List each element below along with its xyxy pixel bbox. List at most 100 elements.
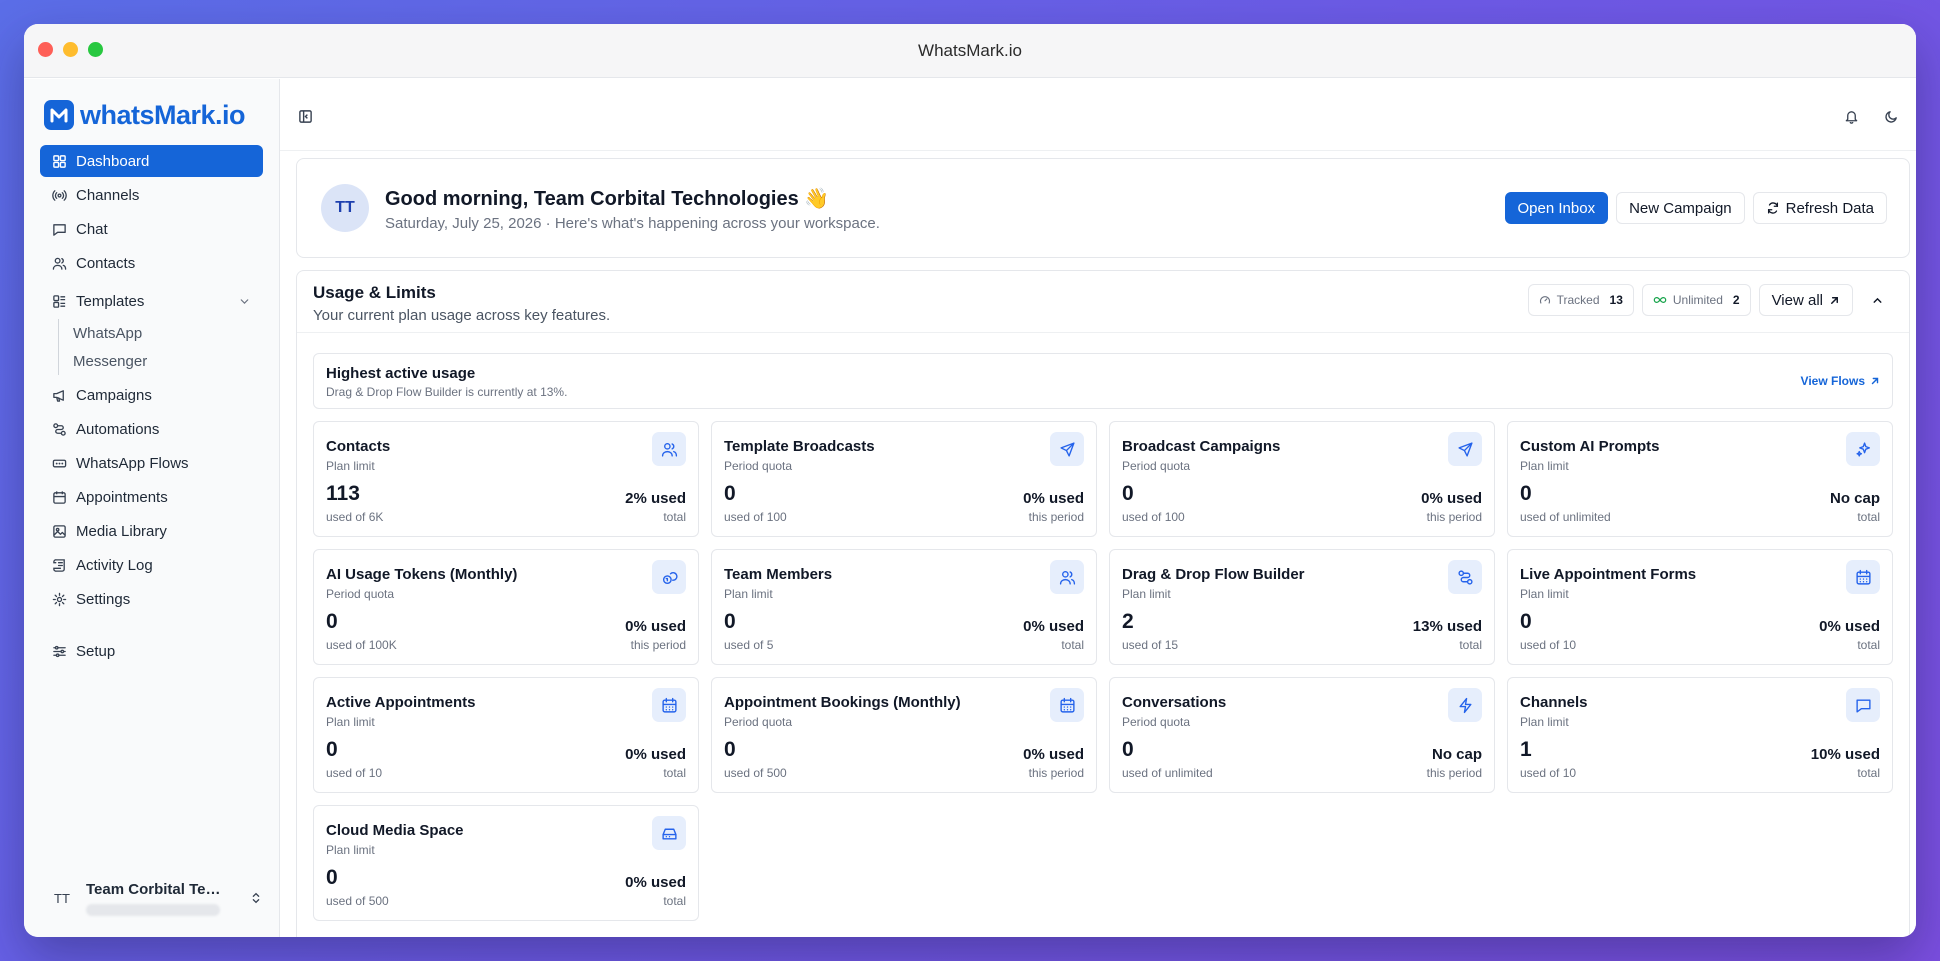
- calendar-icon: [1059, 697, 1075, 713]
- brand-logo[interactable]: whatsMark.io: [44, 97, 263, 133]
- card-title: Cloud Media Space: [326, 822, 464, 839]
- sidebar-item-setup[interactable]: Setup: [40, 635, 263, 667]
- app-window: WhatsMark.io whatsMark.io Dashboard Chan…: [24, 24, 1916, 937]
- link-label: View Flows: [1800, 374, 1865, 388]
- gear-icon: [52, 592, 67, 606]
- theme-toggle-button[interactable]: [1882, 107, 1900, 125]
- avatar: TT: [321, 184, 369, 232]
- tracked-count: 13: [1609, 293, 1623, 307]
- sidebar-item-media-library[interactable]: Media Library: [40, 515, 263, 547]
- message-icon: [53, 223, 66, 236]
- card-icon: [1846, 688, 1880, 722]
- sidebar-item-appointments[interactable]: Appointments: [40, 481, 263, 513]
- sidebar-item-templates[interactable]: Templates: [40, 285, 263, 317]
- card-limit: used of unlimited: [1122, 766, 1213, 780]
- card-period: total: [663, 894, 686, 908]
- sidebar-item-campaigns[interactable]: Campaigns: [40, 379, 263, 411]
- notifications-button[interactable]: [1842, 107, 1860, 125]
- card-limit-type: Plan limit: [1122, 587, 1171, 601]
- open-inbox-button[interactable]: Open Inbox: [1504, 192, 1609, 224]
- button-label: View all: [1771, 291, 1823, 309]
- card-value: 0: [724, 610, 736, 633]
- card-value: 0: [724, 738, 736, 761]
- card-limit-type: Plan limit: [1520, 715, 1569, 729]
- users-icon: [1059, 570, 1075, 585]
- card-period: total: [1857, 766, 1880, 780]
- users-icon: [661, 442, 677, 457]
- title-bar: WhatsMark.io: [24, 24, 1916, 78]
- card-icon: [1846, 432, 1880, 466]
- user-info: Team Corbital Tec...: [86, 881, 226, 916]
- users-icon: [52, 257, 67, 270]
- user-switcher[interactable]: TT Team Corbital Tec...: [40, 877, 263, 919]
- send-icon: [1457, 441, 1473, 457]
- new-campaign-button[interactable]: New Campaign: [1616, 192, 1745, 224]
- view-all-button[interactable]: View all: [1758, 284, 1853, 316]
- toggle-sidebar-button[interactable]: [296, 107, 314, 125]
- card-period: total: [663, 510, 686, 524]
- card-period: total: [1459, 638, 1482, 652]
- brand-name: whatsMark.io: [80, 99, 246, 130]
- sidebar-subitem-whatsapp[interactable]: WhatsApp: [73, 319, 263, 347]
- card-limit-type: Plan limit: [1520, 587, 1569, 601]
- minimize-window-button[interactable]: [63, 42, 78, 57]
- usage-cards-grid: Contacts Plan limit 113 used of 6K 2% used to…: [313, 421, 1893, 921]
- card-limit-type: Plan limit: [326, 843, 375, 857]
- card-icon: [1846, 560, 1880, 594]
- card-limit: used of 100: [1122, 510, 1185, 524]
- card-title: Live Appointment Forms: [1520, 566, 1697, 583]
- card-title: Team Members: [724, 566, 833, 583]
- close-window-button[interactable]: [38, 42, 53, 57]
- sidebar-item-whatsapp-flows[interactable]: WhatsApp Flows: [40, 447, 263, 479]
- collapse-button[interactable]: [1861, 284, 1893, 316]
- sidebar-item-activity-log[interactable]: Activity Log: [40, 549, 263, 581]
- card-percent-used: 2% used: [625, 490, 686, 507]
- sidebar-item-dashboard[interactable]: Dashboard: [40, 145, 263, 177]
- logo-icon: [44, 100, 74, 130]
- view-flows-link[interactable]: View Flows: [1801, 374, 1880, 388]
- top-bar: [280, 79, 1916, 151]
- sidebar-item-channels[interactable]: Channels: [40, 179, 263, 211]
- card-icon: [1050, 688, 1084, 722]
- sidebar-item-automations[interactable]: Automations: [40, 413, 263, 445]
- zap-icon: [1458, 697, 1472, 713]
- usage-limits-panel: Usage & Limits Your current plan usage a…: [296, 270, 1910, 937]
- greeting-title: Good morning, Team Corbital Technologies…: [385, 188, 830, 210]
- highest-usage-subtitle: Drag & Drop Flow Builder is currently at…: [326, 385, 568, 399]
- refresh-data-button[interactable]: Refresh Data: [1752, 192, 1887, 224]
- message-square-icon: [1855, 698, 1871, 713]
- card-period: this period: [1028, 766, 1084, 780]
- card-value: 1: [1520, 738, 1532, 761]
- sidebar-item-label: Dashboard: [76, 152, 150, 170]
- template-icon: [53, 294, 66, 308]
- card-period: this period: [1426, 510, 1482, 524]
- calendar-icon: [1855, 569, 1871, 585]
- sidebar-item-settings[interactable]: Settings: [40, 583, 263, 615]
- sidebar-item-chat[interactable]: Chat: [40, 213, 263, 245]
- unlimited-badge: Unlimited 2: [1641, 284, 1751, 316]
- sidebar-item-contacts[interactable]: Contacts: [40, 247, 263, 279]
- usage-card-template-broadcasts: Template Broadcasts Period quota 0 used of …: [711, 421, 1097, 537]
- greeting-card: TT Good morning, Team Corbital Technolog…: [296, 158, 1910, 258]
- card-limit: used of 500: [326, 894, 389, 908]
- maximize-window-button[interactable]: [88, 42, 103, 57]
- grid-icon: [53, 154, 66, 168]
- card-limit-type: Plan limit: [724, 587, 773, 601]
- card-percent-used: 0% used: [1023, 490, 1084, 507]
- sidebar-subitem-messenger[interactable]: Messenger: [73, 347, 263, 375]
- card-limit-type: Plan limit: [326, 715, 375, 729]
- card-limit: used of 6K: [326, 510, 384, 524]
- card-title: Custom AI Prompts: [1520, 438, 1660, 455]
- card-value: 0: [1122, 482, 1134, 505]
- moon-icon: [1884, 110, 1897, 123]
- sidebar-item-label: Automations: [76, 420, 160, 438]
- card-icon: [652, 688, 686, 722]
- window-title: WhatsMark.io: [918, 40, 1022, 60]
- card-percent-used: 0% used: [1023, 746, 1084, 763]
- usage-card-cloud-media-space: Cloud Media Space Plan limit 0 used of 500 0…: [313, 805, 699, 921]
- card-limit: used of 500: [724, 766, 787, 780]
- card-period: total: [1061, 638, 1084, 652]
- sidebar-item-label: WhatsApp Flows: [76, 454, 189, 472]
- main-content: TT Good morning, Team Corbital Technolog…: [280, 79, 1916, 937]
- sidebar-item-label: Channels: [76, 186, 140, 204]
